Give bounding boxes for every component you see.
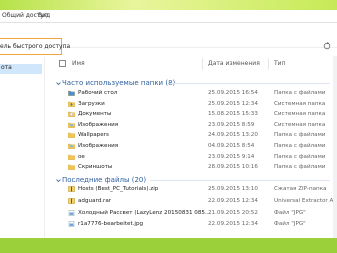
pictures-folder-icon xyxy=(68,143,75,149)
scrollbar[interactable] xyxy=(333,56,337,238)
item-type: Папка с файлами xyxy=(274,90,326,96)
item-date: 25.09.2015 16:54 xyxy=(208,90,258,96)
item-name: r1a7776-bearbeitet.jpg xyxy=(78,221,144,228)
archive-icon xyxy=(68,198,75,204)
item-date: 23.09.2015 9:14 xyxy=(208,153,255,160)
item-type: Системная папка xyxy=(274,100,326,107)
frequent-folder-row[interactable]: Изображения 04.09.2015 8:54 Папка с файлам… xyxy=(62,143,337,151)
item-name: oe xyxy=(78,153,85,160)
documents-folder-icon xyxy=(68,111,75,118)
download-folder-icon xyxy=(68,101,75,107)
item-name: Wallpapers xyxy=(78,132,109,139)
zip-icon xyxy=(68,186,75,192)
image-file-icon xyxy=(68,221,75,228)
item-date: 28.09.2015 10:16 xyxy=(208,164,258,171)
explorer-window: Общий доступ Вид ель быстрого доступа от… xyxy=(0,0,337,238)
item-type: Папка с файлами xyxy=(274,153,326,160)
item-name: Холодный Рассвет (LazyLenz 20150831 085… xyxy=(78,209,211,216)
frequent-folder-row[interactable]: Загрузки 25.09.2015 12:34 Системная папка xyxy=(62,101,337,109)
item-date: 15.08.2015 15:33 xyxy=(208,111,258,118)
item-type: Папка с файлами xyxy=(274,132,326,139)
item-type: Папка с файлами xyxy=(274,164,326,171)
recent-file-row[interactable]: Холодный Рассвет (LazyLenz 20150831 085…… xyxy=(62,210,337,218)
item-name: Скриншоты xyxy=(78,164,113,171)
item-type: Системная папка xyxy=(274,121,326,128)
item-type: Системная папка xyxy=(274,111,326,118)
frequent-folder-row[interactable]: oe 23.09.2015 9:14 Папка с файлами xyxy=(62,154,337,162)
frequent-folder-row[interactable]: Скриншоты 28.09.2015 10:16 Папка с файлами xyxy=(62,164,337,172)
item-name: Hosts (Best_PC_Tutorials).zip xyxy=(78,186,159,192)
item-type: Файл "JPG" xyxy=(274,209,306,216)
folder-icon xyxy=(68,132,75,139)
folder-icon xyxy=(68,164,75,171)
recent-file-row[interactable]: Hosts (Best_PC_Tutorials).zip 25.09.2015 … xyxy=(62,186,337,194)
item-date: 22.09.2015 12:34 xyxy=(208,221,258,228)
image-file-icon xyxy=(68,209,75,216)
column-type[interactable]: Тип xyxy=(274,60,286,67)
nav-item-quick-access[interactable]: ота xyxy=(0,64,42,74)
column-date[interactable]: Дата изменения xyxy=(208,60,260,67)
item-date: 25.09.2015 12:34 xyxy=(208,100,258,107)
item-type: Сжатая ZIP-папка xyxy=(274,186,327,192)
group-divider xyxy=(150,180,330,181)
chevron-down-icon[interactable] xyxy=(56,81,61,86)
frequent-folder-row[interactable]: Изображения 23.09.2015 8:59 Системная папк… xyxy=(62,122,337,130)
item-date: 21.09.2015 20:52 xyxy=(208,209,258,216)
item-type: Universal Extractor Ar… xyxy=(274,197,337,204)
item-date: 24.09.2015 13:20 xyxy=(208,132,258,139)
item-name: Изображения xyxy=(78,143,119,149)
address-text: ель быстрого доступа xyxy=(0,43,71,50)
folder-icon xyxy=(68,154,75,160)
nav-item-label: ота xyxy=(1,64,12,71)
frequent-folder-row[interactable]: Рабочий стол 25.09.2015 16:54 Папка с файл… xyxy=(62,90,337,98)
group-divider xyxy=(170,83,330,84)
menu-view[interactable]: Вид xyxy=(38,12,50,19)
menu-bar: Общий доступ Вид xyxy=(0,10,337,23)
frequent-folder-row[interactable]: Wallpapers 24.09.2015 13:20 Папка с файлам… xyxy=(62,132,337,140)
pictures-folder-icon xyxy=(68,122,75,128)
group-recent-files[interactable]: Последние файлы (20) xyxy=(62,176,146,184)
item-date: 22.09.2015 12:34 xyxy=(208,197,258,204)
recent-file-row[interactable]: adguard.rar 22.09.2015 12:34 Universal Ext… xyxy=(62,198,337,206)
item-type: Файл "JPG" xyxy=(274,221,306,228)
item-type: Папка с файлами xyxy=(274,143,326,149)
item-date: 23.09.2015 8:59 xyxy=(208,121,255,128)
chevron-down-icon[interactable] xyxy=(56,178,61,183)
item-name: Документы xyxy=(78,111,112,118)
item-name: Рабочий стол xyxy=(78,90,118,96)
item-name: Загрузки xyxy=(78,100,105,107)
column-separator xyxy=(268,58,269,70)
item-date: 25.09.2015 13:10 xyxy=(208,186,258,192)
column-name[interactable]: Имя xyxy=(72,60,85,67)
frequent-folder-row[interactable]: Документы 15.08.2015 15:33 Системная папка xyxy=(62,111,337,119)
navigation-pane xyxy=(0,57,45,238)
recent-file-row[interactable]: r1a7776-bearbeitet.jpg 22.09.2015 12:34 Фа… xyxy=(62,221,337,229)
blue-folder-icon xyxy=(68,90,75,96)
group-frequent-folders[interactable]: Часто используемые папки (8) xyxy=(62,79,175,87)
title-glow xyxy=(0,0,337,10)
item-name: adguard.rar xyxy=(78,197,112,204)
column-separator xyxy=(202,58,203,70)
item-name: Изображения xyxy=(78,121,119,128)
select-all-checkbox[interactable] xyxy=(59,60,66,67)
item-date: 04.09.2015 8:54 xyxy=(208,143,255,149)
refresh-icon[interactable] xyxy=(323,42,331,50)
